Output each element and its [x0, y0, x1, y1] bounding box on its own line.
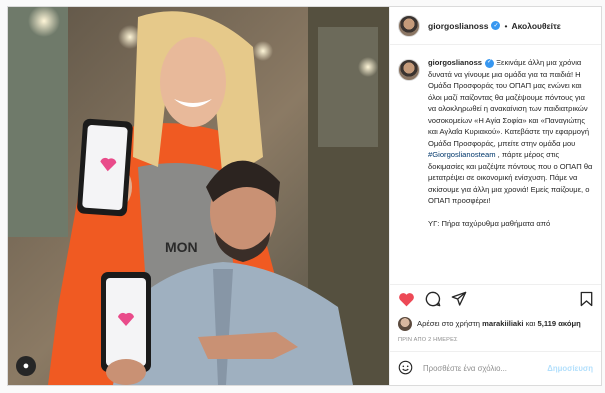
post-sidebar: giorgoslianoss ✓ • Ακολουθείτε giorgosli…	[389, 7, 601, 385]
caption-area: giorgoslianoss ✓ Ξεκινάμε άλλη μια χρόνια…	[390, 45, 601, 284]
add-comment-bar: Προσθέστε ένα σχόλιο... Δημοσίευση	[390, 351, 601, 385]
heart-icon[interactable]	[398, 292, 415, 312]
caption-ps: ΥΓ: Πήρα ταχύρυθμα μαθήματα από	[428, 218, 551, 228]
header-username[interactable]: giorgoslianoss	[428, 21, 488, 31]
caption-username[interactable]: giorgoslianoss	[428, 58, 482, 67]
likes-summary: Αρέσει στο χρήστη marakiiliaki και 5,119…	[390, 317, 601, 331]
instagram-post: MON ● giorgoslianoss ✓ • Ακολουθείτε gio…	[7, 6, 602, 386]
hashtag-link[interactable]: #Giorgoslianosteam	[428, 150, 496, 159]
post-header: giorgoslianoss ✓ • Ακολουθείτε	[390, 7, 601, 45]
verified-icon: ✓	[491, 21, 501, 30]
share-icon[interactable]	[451, 291, 467, 312]
liker-avatar[interactable]	[398, 317, 412, 331]
avatar[interactable]	[398, 14, 420, 37]
user-tag-icon[interactable]: ●	[16, 356, 36, 376]
header-separator: •	[504, 20, 508, 31]
photo-illustration: MON	[8, 7, 389, 385]
likes-prefix: Αρέσει στο χρήστη	[417, 319, 483, 328]
post-comment-button[interactable]: Δημοσίευση	[547, 364, 593, 373]
likes-middle: και	[523, 319, 538, 328]
svg-text:MON: MON	[165, 239, 198, 255]
caption-body-1: Ξεκινάμε άλλη μια χρόνια δυνατά να γίνου…	[428, 58, 590, 148]
verified-icon: ✓	[485, 58, 495, 68]
post-photo[interactable]: MON ●	[8, 7, 389, 385]
emoji-icon[interactable]	[398, 360, 413, 377]
comment-input[interactable]: Προσθέστε ένα σχόλιο...	[423, 364, 547, 373]
bookmark-icon[interactable]	[580, 291, 593, 312]
post-timestamp[interactable]: ΠΡΙΝ ΑΠΟ 2 ΗΜΕΡΕΣ	[390, 331, 601, 351]
following-button[interactable]: Ακολουθείτε	[511, 21, 560, 31]
action-bar	[390, 284, 601, 318]
liker-username[interactable]: marakiiliaki	[482, 319, 523, 328]
caption-text: giorgoslianoss ✓ Ξεκινάμε άλλη μια χρόνια…	[428, 57, 593, 284]
comment-icon[interactable]	[425, 291, 441, 312]
caption-avatar[interactable]	[398, 59, 420, 81]
likes-count[interactable]: 5,119 ακόμη	[538, 319, 581, 328]
